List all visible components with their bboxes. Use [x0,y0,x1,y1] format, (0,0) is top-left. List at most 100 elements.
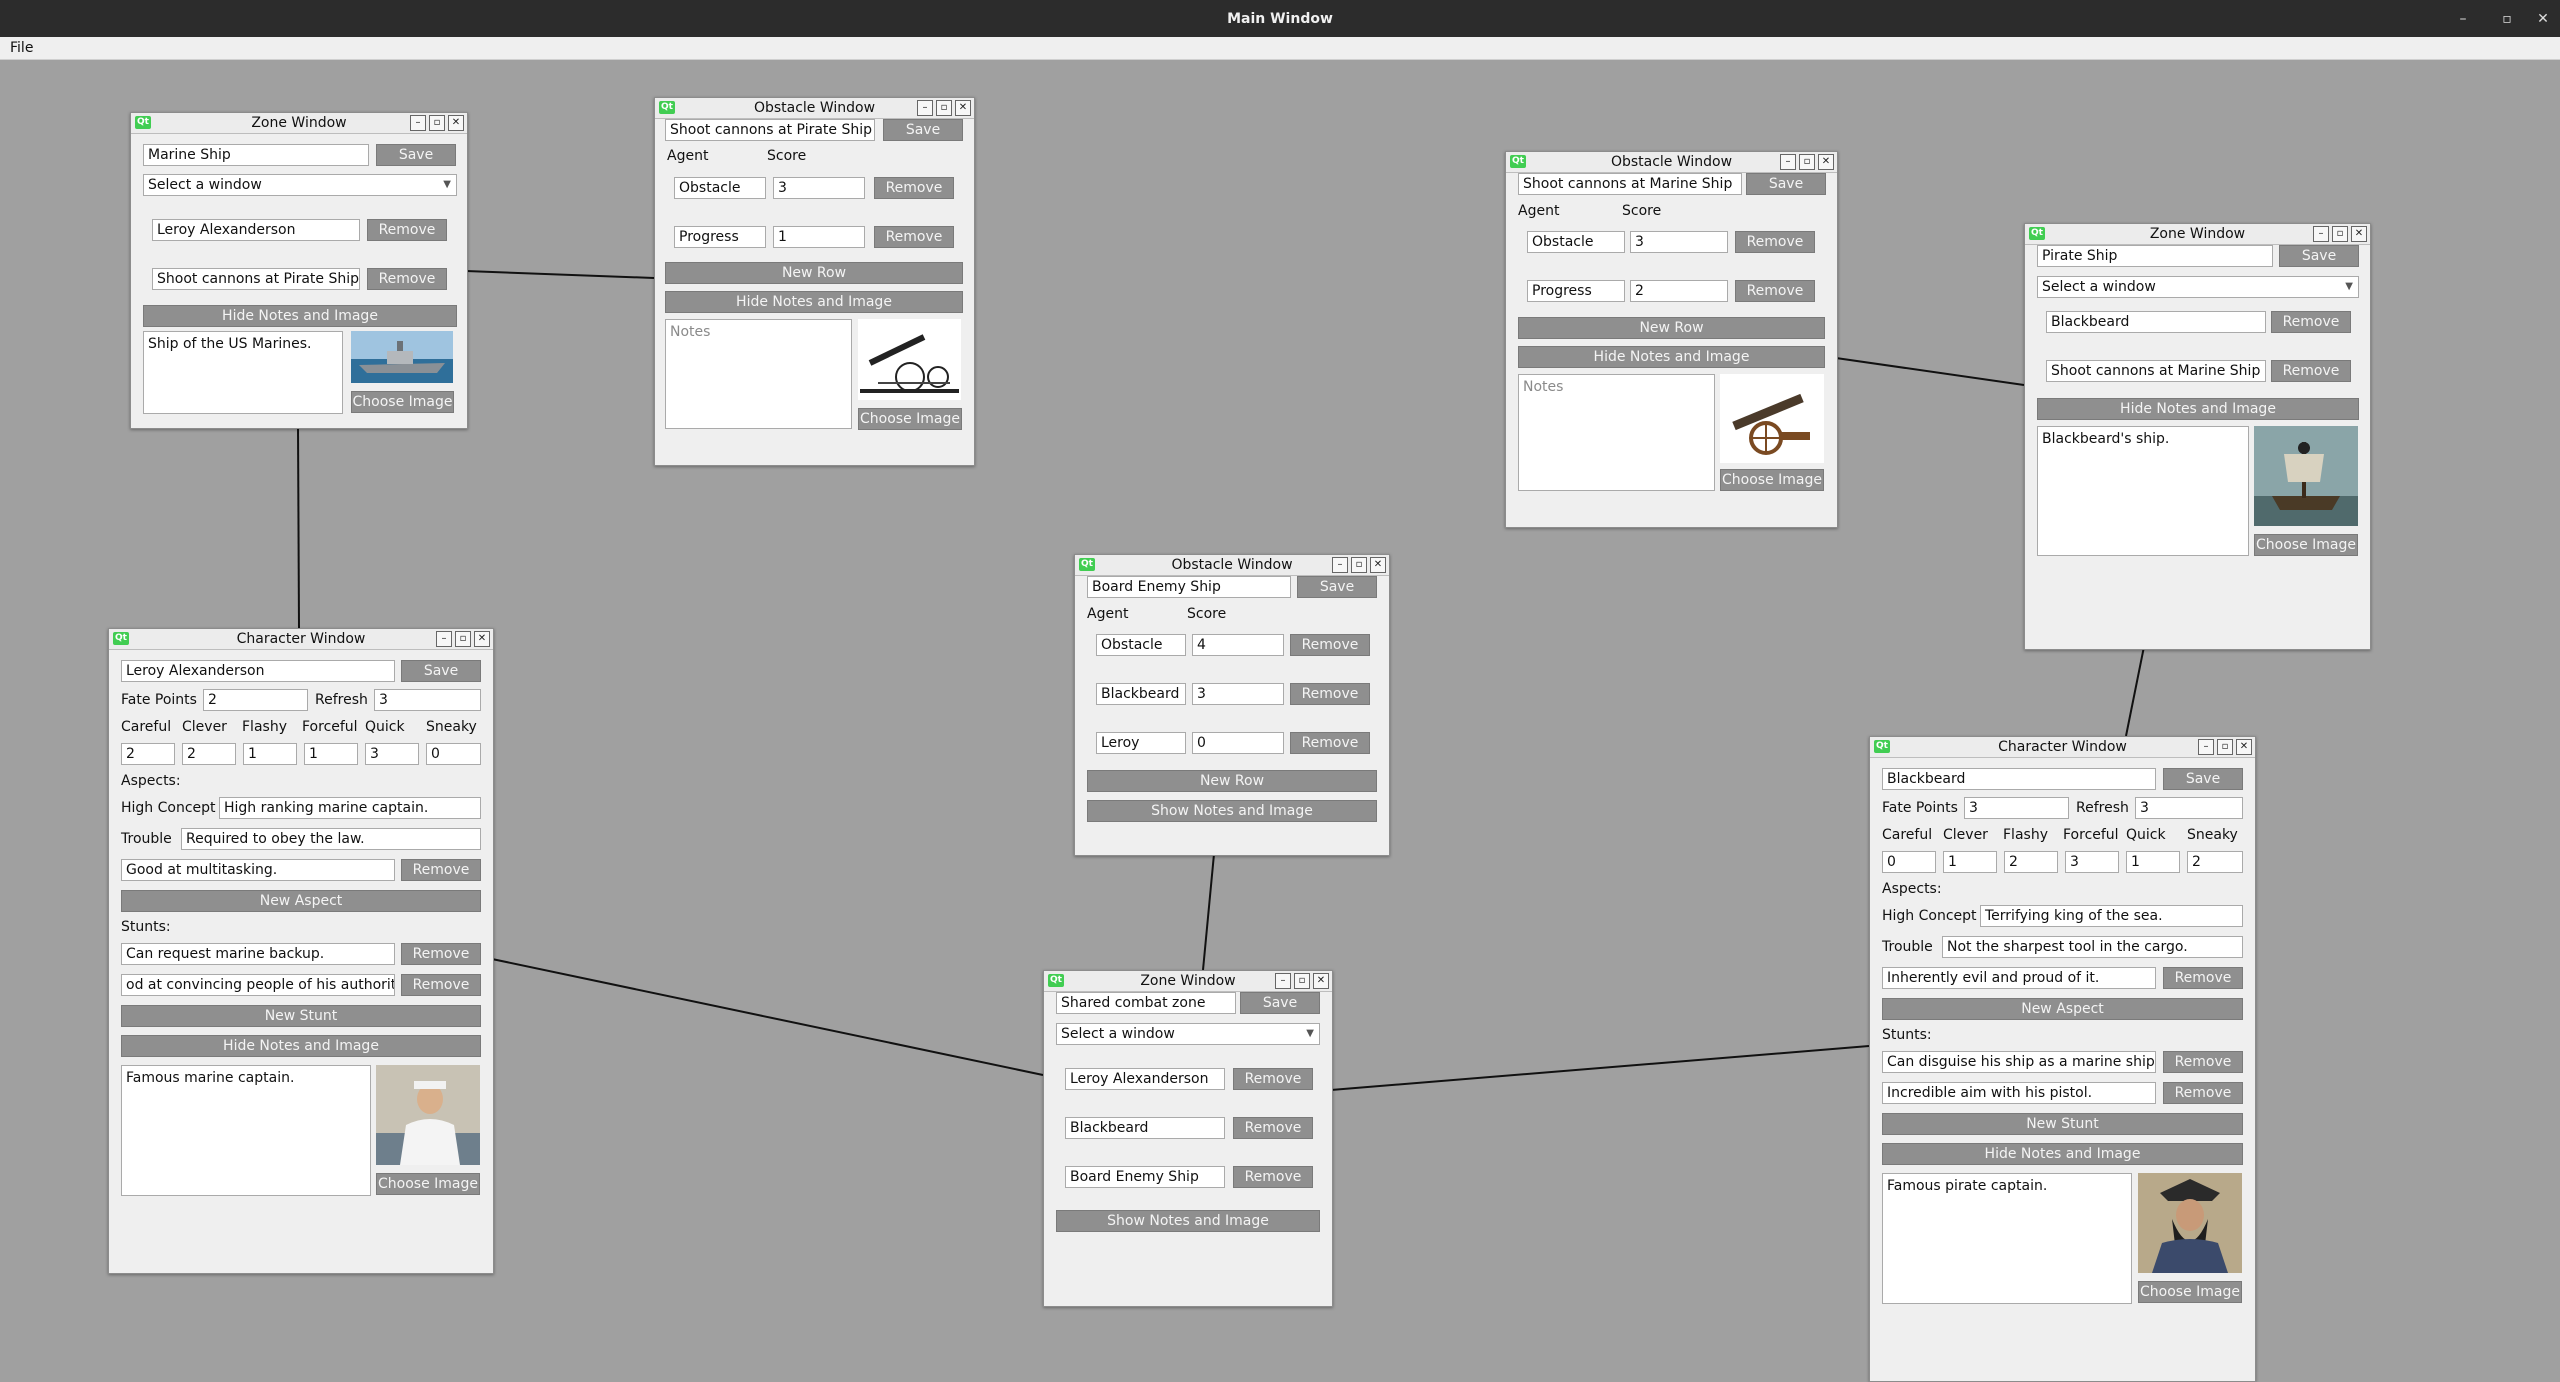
obstacle-name-input[interactable]: Board Enemy Ship [1087,576,1291,598]
remove-button[interactable]: Remove [367,219,447,241]
toggle-notes-button[interactable]: Hide Notes and Image [1518,346,1825,368]
zone-member-field[interactable]: Shoot cannons at Marine Ship [2046,360,2266,382]
approach-field-quick[interactable]: 1 [2126,851,2180,873]
remove-button[interactable]: Remove [1290,732,1370,754]
remove-button[interactable]: Remove [874,226,954,248]
remove-button[interactable]: Remove [401,859,481,881]
notes-textarea[interactable]: Notes [1518,374,1715,491]
maximize-icon[interactable]: ▫ [936,100,952,116]
approach-field-careful[interactable]: 2 [121,743,175,765]
aspect-field[interactable]: Good at multitasking. [121,859,395,881]
zone-name-input[interactable]: Pirate Ship [2037,245,2273,267]
trouble-field[interactable]: Required to obey the law. [181,828,481,850]
maximize-icon[interactable]: ▫ [2488,0,2526,37]
maximize-icon[interactable]: ▫ [429,115,445,131]
menu-file[interactable]: File [10,40,33,56]
minimize-icon[interactable]: – [2313,226,2329,242]
close-icon[interactable]: ✕ [1313,973,1329,989]
refresh-field[interactable]: 3 [374,689,481,711]
zone-member-field[interactable]: Board Enemy Ship [1065,1166,1225,1188]
window-titlebar[interactable]: Qt Obstacle Window – ▫ ✕ [655,98,974,119]
character-name-input[interactable]: Leroy Alexanderson [121,660,395,682]
approach-field-clever[interactable]: 1 [1943,851,1997,873]
close-icon[interactable]: ✕ [2236,739,2252,755]
remove-button[interactable]: Remove [1233,1068,1313,1090]
save-button[interactable]: Save [401,660,481,682]
minimize-icon[interactable]: – [436,631,452,647]
close-icon[interactable]: ✕ [474,631,490,647]
remove-button[interactable]: Remove [2163,1082,2243,1104]
zone-member-field[interactable]: Blackbeard [1065,1117,1225,1139]
approach-field-forceful[interactable]: 1 [304,743,358,765]
new-stunt-button[interactable]: New Stunt [1882,1113,2243,1135]
remove-button[interactable]: Remove [2271,360,2351,382]
close-icon[interactable]: ✕ [955,100,971,116]
minimize-icon[interactable]: – [410,115,426,131]
agent-field[interactable]: Blackbeard [1096,683,1186,705]
select-window-dropdown[interactable]: Select a window ▼ [1056,1023,1320,1045]
approach-field-flashy[interactable]: 1 [243,743,297,765]
minimize-icon[interactable]: – [2444,0,2482,37]
new-aspect-button[interactable]: New Aspect [121,890,481,912]
maximize-icon[interactable]: ▫ [455,631,471,647]
agent-field[interactable]: Progress [1527,280,1625,302]
zone-member-field[interactable]: Blackbeard [2046,311,2266,333]
toggle-notes-button[interactable]: Hide Notes and Image [121,1035,481,1057]
remove-button[interactable]: Remove [2271,311,2351,333]
remove-button[interactable]: Remove [2163,1051,2243,1073]
choose-image-button[interactable]: Choose Image [2254,534,2358,556]
agent-field[interactable]: Leroy [1096,732,1186,754]
window-titlebar[interactable]: Qt Zone Window – ▫ ✕ [1044,971,1332,992]
approach-field-sneaky[interactable]: 2 [2187,851,2243,873]
close-icon[interactable]: ✕ [1370,557,1386,573]
close-icon[interactable]: ✕ [1818,154,1834,170]
high-concept-field[interactable]: High ranking marine captain. [219,797,481,819]
minimize-icon[interactable]: – [1332,557,1348,573]
window-titlebar[interactable]: Qt Zone Window – ▫ ✕ [131,113,467,134]
score-field[interactable]: 1 [773,226,865,248]
save-button[interactable]: Save [1297,576,1377,598]
fate-points-field[interactable]: 2 [203,689,308,711]
new-stunt-button[interactable]: New Stunt [121,1005,481,1027]
approach-field-quick[interactable]: 3 [365,743,419,765]
close-icon[interactable]: ✕ [2351,226,2367,242]
save-button[interactable]: Save [376,144,456,166]
save-button[interactable]: Save [883,119,963,141]
minimize-icon[interactable]: – [917,100,933,116]
notes-textarea[interactable]: Ship of the US Marines. [143,331,343,414]
close-icon[interactable]: ✕ [448,115,464,131]
score-field[interactable]: 2 [1630,280,1728,302]
obstacle-name-input[interactable]: Shoot cannons at Marine Ship [1518,173,1742,195]
fate-points-field[interactable]: 3 [1964,797,2069,819]
obstacle-name-input[interactable]: Shoot cannons at Pirate Ship [665,119,875,141]
remove-button[interactable]: Remove [1233,1117,1313,1139]
choose-image-button[interactable]: Choose Image [1720,469,1824,491]
maximize-icon[interactable]: ▫ [1294,973,1310,989]
remove-button[interactable]: Remove [367,268,447,290]
choose-image-button[interactable]: Choose Image [858,408,962,430]
approach-field-flashy[interactable]: 2 [2004,851,2058,873]
save-button[interactable]: Save [1746,173,1826,195]
toggle-notes-button[interactable]: Hide Notes and Image [143,305,457,327]
maximize-icon[interactable]: ▫ [2217,739,2233,755]
new-row-button[interactable]: New Row [1087,770,1377,792]
remove-button[interactable]: Remove [2163,967,2243,989]
trouble-field[interactable]: Not the sharpest tool in the cargo. [1942,936,2243,958]
score-field[interactable]: 3 [773,177,865,199]
remove-button[interactable]: Remove [1735,280,1815,302]
window-titlebar[interactable]: Qt Obstacle Window – ▫ ✕ [1506,152,1837,173]
maximize-icon[interactable]: ▫ [2332,226,2348,242]
toggle-notes-button[interactable]: Show Notes and Image [1056,1210,1320,1232]
notes-textarea[interactable]: Famous marine captain. [121,1065,371,1196]
minimize-icon[interactable]: – [1275,973,1291,989]
new-row-button[interactable]: New Row [665,262,963,284]
agent-field[interactable]: Progress [674,226,766,248]
window-titlebar[interactable]: Qt Character Window – ▫ ✕ [1870,737,2255,758]
maximize-icon[interactable]: ▫ [1799,154,1815,170]
maximize-icon[interactable]: ▫ [1351,557,1367,573]
minimize-icon[interactable]: – [2198,739,2214,755]
high-concept-field[interactable]: Terrifying king of the sea. [1980,905,2243,927]
remove-button[interactable]: Remove [874,177,954,199]
stunt-field[interactable]: Can request marine backup. [121,943,395,965]
choose-image-button[interactable]: Choose Image [376,1173,480,1195]
